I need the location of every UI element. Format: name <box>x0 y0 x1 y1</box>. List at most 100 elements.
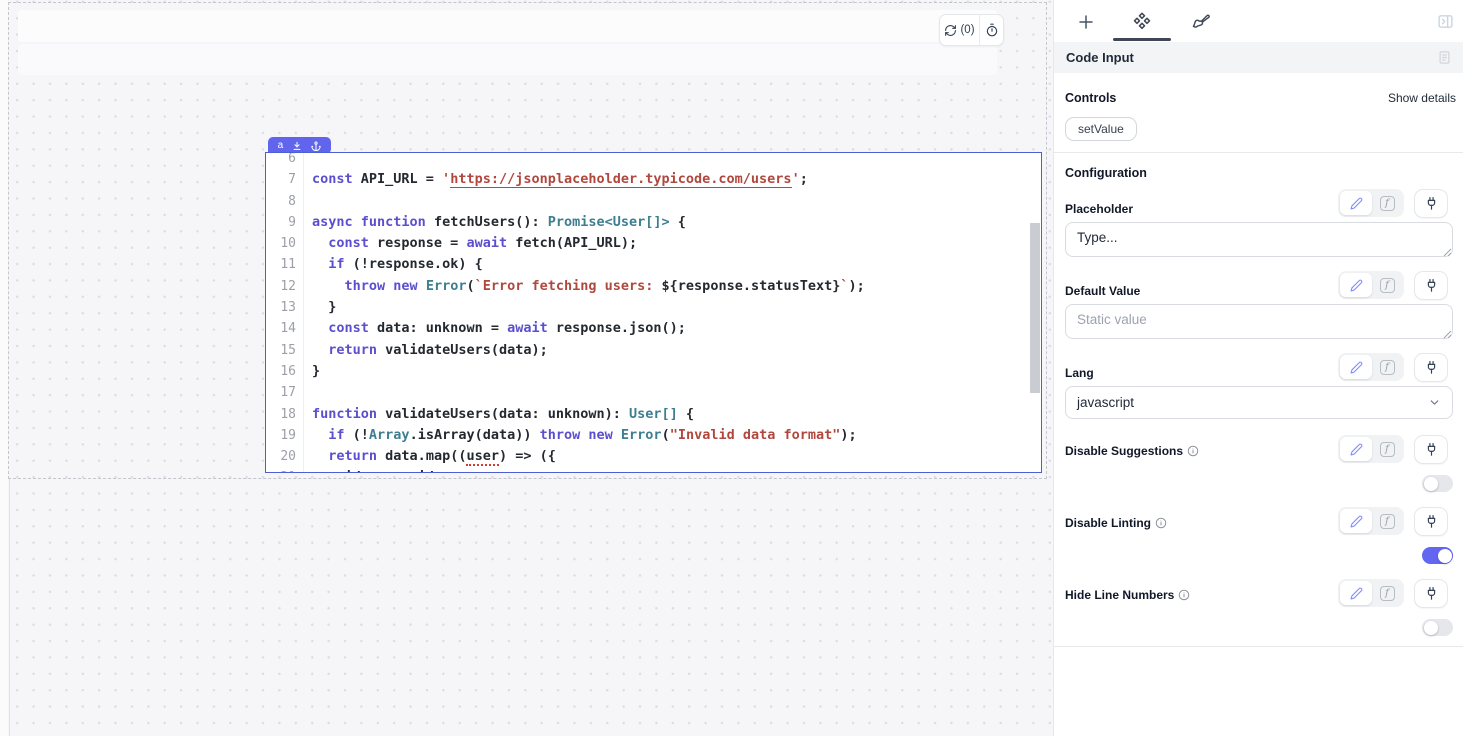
fx-mode-button[interactable]: f <box>1372 191 1402 215</box>
collapse-panel-button[interactable] <box>1435 11 1455 31</box>
default-value-textarea[interactable] <box>1065 304 1453 339</box>
code-line[interactable]: 19 if (!Array.isArray(data)) throw new E… <box>266 425 1041 446</box>
anchor-icon[interactable] <box>311 141 321 151</box>
component-header: Code Input <box>1054 42 1463 73</box>
plug-icon <box>1424 360 1439 375</box>
toggle-knob <box>1438 549 1452 563</box>
info-icon <box>1178 589 1190 601</box>
configuration-section-title: Configuration <box>1065 166 1147 180</box>
fx-icon: f <box>1380 278 1395 293</box>
plug-icon <box>1424 196 1439 211</box>
static-mode-button[interactable] <box>1340 273 1372 297</box>
static-mode-button[interactable] <box>1340 581 1372 605</box>
history-button[interactable] <box>979 15 1003 45</box>
code-line[interactable]: 7const API_URL = 'https://jsonplaceholde… <box>266 169 1041 190</box>
code-line[interactable]: 10 const response = await fetch(API_URL)… <box>266 233 1041 254</box>
info-icon <box>1187 445 1199 457</box>
widget-name: a <box>278 141 284 151</box>
fx-icon: f <box>1380 360 1395 375</box>
code-line[interactable]: 21 id: user.id, <box>266 467 1041 473</box>
code-line[interactable]: 9async function fetchUsers(): Promise<Us… <box>266 212 1041 233</box>
code-line[interactable]: 6 <box>266 152 1041 169</box>
line-number: 15 <box>266 340 304 361</box>
code-line[interactable]: 14 const data: unknown = await response.… <box>266 318 1041 339</box>
connect-button[interactable] <box>1414 353 1448 382</box>
canvas-edge-line <box>9 479 10 736</box>
code-line[interactable]: 15 return validateUsers(data); <box>266 340 1041 361</box>
plug-icon <box>1424 514 1439 529</box>
line-number: 16 <box>266 361 304 382</box>
code-line[interactable]: 13 } <box>266 297 1041 318</box>
component-icon <box>1132 11 1152 31</box>
code-line[interactable]: 16} <box>266 361 1041 382</box>
connect-button[interactable] <box>1414 507 1448 536</box>
code-line[interactable]: 12 throw new Error(`Error fetching users… <box>266 276 1041 297</box>
panel-right-icon <box>1437 13 1454 30</box>
section-divider <box>1054 646 1463 647</box>
static-mode-button[interactable] <box>1340 437 1372 461</box>
show-details-button[interactable]: Show details <box>1376 91 1456 105</box>
pencil-icon <box>1350 515 1363 528</box>
static-mode-button[interactable] <box>1340 191 1372 215</box>
fx-mode-button[interactable]: f <box>1372 355 1402 379</box>
pencil-icon <box>1350 361 1363 374</box>
plug-icon <box>1424 586 1439 601</box>
fx-mode-button[interactable]: f <box>1372 581 1402 605</box>
mode-group: f <box>1338 507 1404 535</box>
disable-linting-toggle[interactable] <box>1422 547 1453 564</box>
line-number: 8 <box>266 191 304 212</box>
component-docs-icon[interactable] <box>1437 50 1452 65</box>
brush-icon <box>1191 12 1210 31</box>
code-line[interactable]: 11 if (!response.ok) { <box>266 254 1041 275</box>
mode-group: f <box>1338 579 1404 607</box>
field-label-disable-linting: Disable Linting <box>1065 516 1167 530</box>
fx-mode-button[interactable]: f <box>1372 273 1402 297</box>
connect-button[interactable] <box>1414 189 1448 218</box>
editor-scrollbar[interactable] <box>1030 223 1040 393</box>
lang-select[interactable]: javascript <box>1065 386 1453 419</box>
canvas-run-toolbar: (0) <box>939 14 1004 46</box>
connect-button[interactable] <box>1414 435 1448 464</box>
fx-mode-button[interactable]: f <box>1372 509 1402 533</box>
code-line[interactable]: 18function validateUsers(data: unknown):… <box>266 404 1041 425</box>
refresh-count: (0) <box>960 24 974 36</box>
fx-icon: f <box>1380 196 1395 211</box>
field-label-hide-line-numbers: Hide Line Numbers <box>1065 588 1190 602</box>
refresh-icon <box>944 24 957 37</box>
field-label-disable-suggestions: Disable Suggestions <box>1065 444 1199 458</box>
code-line[interactable]: 8 <box>266 191 1041 212</box>
static-mode-button[interactable] <box>1340 509 1372 533</box>
tab-insert[interactable] <box>1074 10 1098 34</box>
tab-styles[interactable] <box>1188 9 1212 33</box>
controls-section-title: Controls <box>1065 91 1116 105</box>
line-number: 10 <box>266 233 304 254</box>
connect-button[interactable] <box>1414 579 1448 608</box>
line-number: 19 <box>266 425 304 446</box>
disable-suggestions-toggle[interactable] <box>1422 475 1453 492</box>
code-line[interactable]: 20 return data.map((user) => ({ <box>266 446 1041 467</box>
connect-button[interactable] <box>1414 271 1448 300</box>
static-mode-button[interactable] <box>1340 355 1372 379</box>
placeholder-textarea[interactable] <box>1065 222 1453 257</box>
field-label-placeholder: Placeholder <box>1065 202 1133 216</box>
code-lines[interactable]: 67const API_URL = 'https://jsonplacehold… <box>266 152 1041 473</box>
setvalue-control-chip[interactable]: setValue <box>1065 117 1137 141</box>
tab-settings[interactable] <box>1130 9 1154 33</box>
chevron-down-icon <box>1428 396 1441 409</box>
code-line[interactable]: 17 <box>266 382 1041 403</box>
refresh-button[interactable]: (0) <box>940 15 979 45</box>
code-input-widget[interactable]: 67const API_URL = 'https://jsonplacehold… <box>265 152 1042 473</box>
pencil-icon <box>1350 279 1363 292</box>
arrow-down-to-line-icon[interactable] <box>292 141 302 151</box>
app-canvas[interactable]: (0) a 67const API_URL = 'https://jsonpla… <box>0 0 1053 736</box>
fx-icon: f <box>1380 514 1395 529</box>
line-number: 7 <box>266 169 304 190</box>
fx-icon: f <box>1380 442 1395 457</box>
line-number: 6 <box>266 152 304 169</box>
hide-line-numbers-toggle[interactable] <box>1422 619 1453 636</box>
history-icon <box>985 23 999 37</box>
pencil-icon <box>1350 197 1363 210</box>
fx-mode-button[interactable]: f <box>1372 437 1402 461</box>
section-divider <box>1054 152 1463 153</box>
plug-icon <box>1424 278 1439 293</box>
